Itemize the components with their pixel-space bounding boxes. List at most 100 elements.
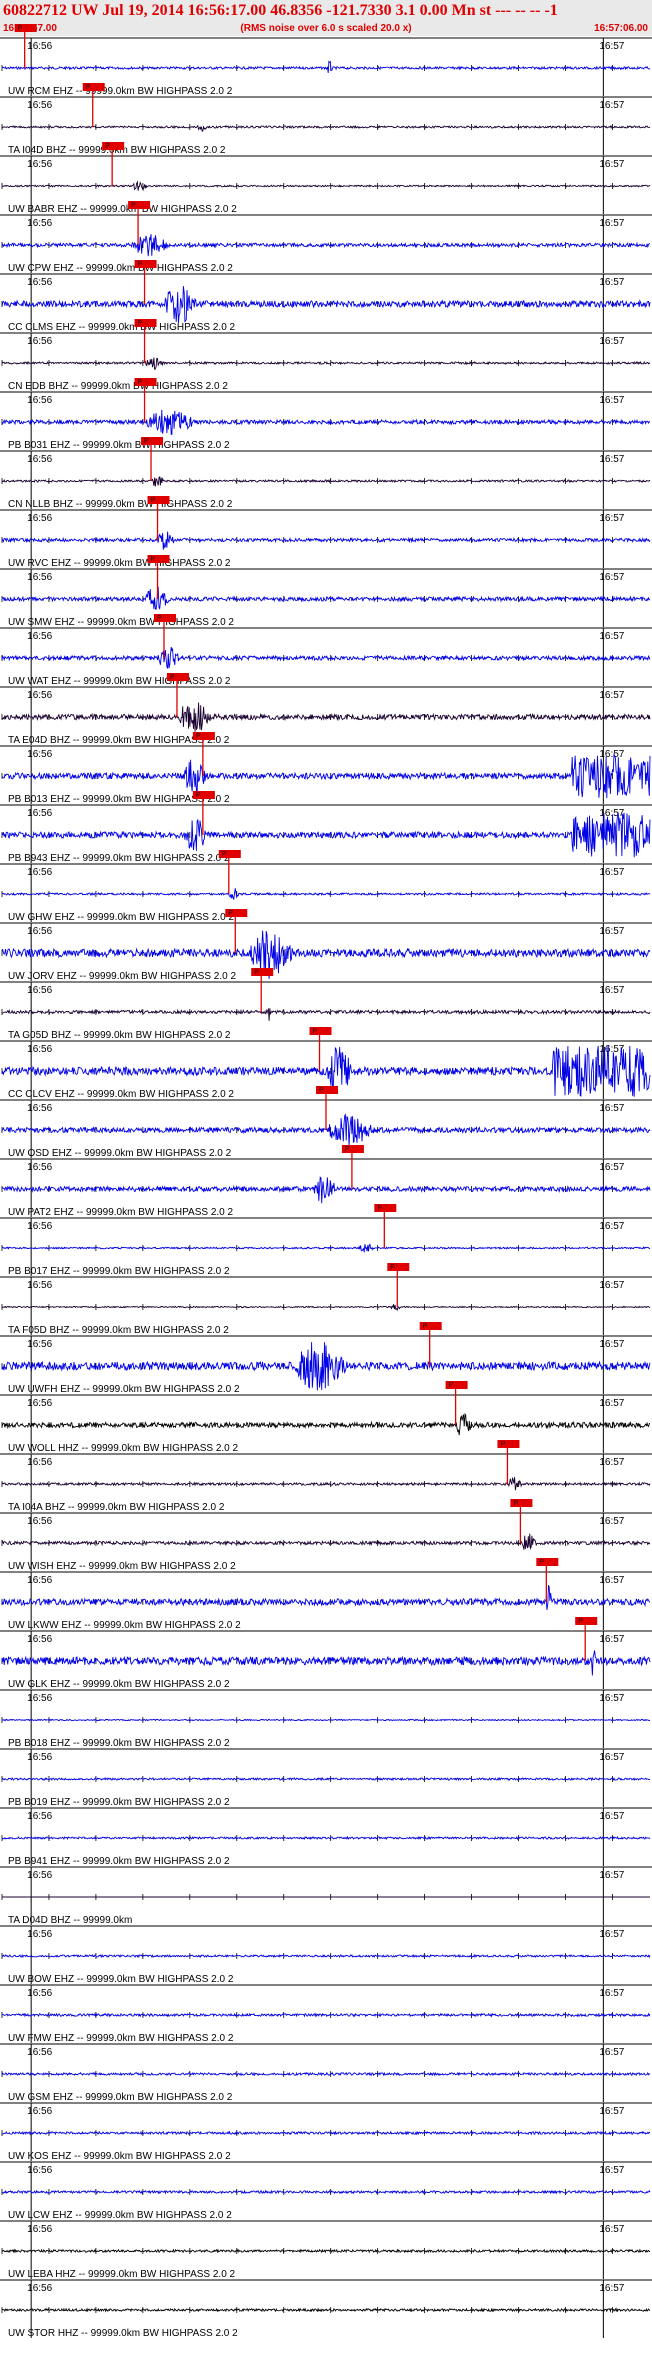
- minute-tick-label: 16:56: [27, 513, 52, 524]
- trace-label: UW STOR HHZ -- 99999.0km BW HIGHPASS 2.0…: [8, 2328, 238, 2339]
- minute-tick-label: 16:56: [27, 41, 52, 52]
- trace-label: CC CLMS EHZ -- 99999.0km BW HIGHPASS 2.0…: [8, 322, 236, 333]
- trace-label: PB B017 EHZ -- 99999.0km BW HIGHPASS 2.0…: [8, 1266, 230, 1277]
- minute-tick-label: 16:57: [599, 1752, 624, 1763]
- trace-panel: 16:56 16:57 UW GSM EHZ -- 99999.0km BW HIG…: [0, 2043, 652, 2103]
- trace-label: UW GSM EHZ -- 99999.0km BW HIGHPASS 2.0 …: [8, 2092, 233, 2103]
- minute-tick-label: 16:56: [27, 690, 52, 701]
- waveform: [1, 1176, 651, 1204]
- minute-tick-label: 16:56: [27, 159, 52, 170]
- waveform: [1, 531, 651, 550]
- trace-label: UW LEBA HHZ -- 99999.0km BW HIGHPASS 2.0…: [8, 2269, 236, 2280]
- minute-tick-label: 16:57: [599, 1575, 624, 1586]
- waveform: [1, 180, 651, 192]
- waveform: [1, 1835, 651, 1841]
- trace-label: UW FMW EHZ -- 99999.0km BW HIGHPASS 2.0 …: [8, 2033, 234, 2044]
- trace-label: UW RCM EHZ -- 99999.0km BW HIGHPASS 2.0 …: [8, 86, 233, 97]
- trace-label: TA G05D BHZ -- 99999.0km BW HIGHPASS 2.0…: [8, 1030, 231, 1041]
- trace-label: UW GHW EHZ -- 99999.0km BW HIGHPASS 2.0 …: [8, 912, 234, 923]
- trace-label: UW LCW EHZ -- 99999.0km BW HIGHPASS 2.0 …: [8, 2210, 232, 2221]
- waveform: [1, 409, 650, 435]
- trace-label: UW CPW EHZ -- 99999.0km BW HIGHPASS 2.0 …: [8, 263, 233, 274]
- trace-panel: 16:56 16:57 UW FMW EHZ -- 99999.0km BW HIG…: [0, 1984, 652, 2044]
- minute-tick-label: 16:57: [599, 454, 624, 465]
- pick-label: P: [170, 674, 175, 681]
- pick-label: P: [131, 202, 136, 209]
- trace-label: UW JORV EHZ -- 99999.0km BW HIGHPASS 2.0…: [8, 971, 236, 982]
- trace-label: UW BABR EHZ -- 99999.0km BW HIGHPASS 2.0…: [8, 204, 237, 215]
- trace-label: CN NLLB BHZ -- 99999.0km BW HIGHPASS 2.0…: [8, 499, 233, 510]
- pick-label: P: [151, 497, 156, 504]
- minute-tick-label: 16:57: [599, 159, 624, 170]
- minute-tick-label: 16:56: [27, 1634, 52, 1645]
- waveform: [1, 1477, 651, 1491]
- trace-label: TA D04D BHZ -- 99999.0km: [8, 1915, 132, 1926]
- pick-label: P: [196, 733, 201, 740]
- pick-label: P: [500, 1441, 505, 1448]
- trace-panel: 16:56 16:57 UW BOW EHZ -- 99999.0km BW HIG…: [0, 1925, 652, 1985]
- trace-label: CN EDB BHZ -- 99999.0km BW HIGHPASS 2.0 …: [8, 381, 228, 392]
- minute-tick-label: 16:56: [27, 1044, 52, 1055]
- trace-panel: 16:56 16:57 UW LEBA HHZ -- 99999.0km BW HI…: [0, 2220, 652, 2280]
- minute-tick-label: 16:56: [27, 395, 52, 406]
- minute-tick-label: 16:57: [599, 1457, 624, 1468]
- waveform: [1, 234, 651, 257]
- minute-tick-label: 16:56: [27, 1870, 52, 1881]
- waveform: [1, 1533, 651, 1551]
- pick-label: P: [157, 615, 162, 622]
- minute-tick-label: 16:57: [599, 2283, 624, 2294]
- trace-panels: 16:56 16:57 P UW RCM EHZ -- 99999.0km BW HI…: [0, 24, 652, 2339]
- minute-tick-label: 16:57: [599, 867, 624, 878]
- minute-tick-label: 16:57: [599, 100, 624, 111]
- seismogram-section: 60822712 UW Jul 19, 2014 16:56:17.00 46.…: [0, 0, 652, 2339]
- minute-tick-label: 16:56: [27, 1988, 52, 1999]
- trace-label: PB B018 EHZ -- 99999.0km BW HIGHPASS 2.0…: [8, 1738, 230, 1749]
- pick-label: P: [138, 379, 143, 386]
- end-time-label: 16:57:06.00: [594, 23, 648, 34]
- pick-label: P: [390, 1264, 395, 1271]
- pick-label: P: [138, 320, 143, 327]
- waveform: [1, 1650, 651, 1676]
- event-title: 60822712 UW Jul 19, 2014 16:56:17.00 46.…: [3, 2, 558, 19]
- minute-tick-label: 16:56: [27, 1280, 52, 1291]
- waveform: [1, 2071, 651, 2077]
- pick-label: P: [228, 910, 233, 917]
- minute-tick-label: 16:56: [27, 749, 52, 760]
- pick-label: P: [423, 1323, 428, 1330]
- trace-label: UW WAT EHZ -- 99999.0km BW HIGHPASS 2.0 …: [8, 676, 231, 687]
- noise-note: (RMS noise over 6.0 s scaled 20.0 x): [240, 23, 411, 34]
- waveform: [1, 1412, 651, 1436]
- minute-tick-label: 16:56: [27, 2165, 52, 2176]
- minute-tick-label: 16:56: [27, 1221, 52, 1232]
- minute-tick-label: 16:56: [27, 1162, 52, 1173]
- minute-tick-label: 16:56: [27, 1693, 52, 1704]
- minute-tick-label: 16:57: [599, 513, 624, 524]
- minute-tick-label: 16:57: [599, 1398, 624, 1409]
- waveform: [1, 586, 651, 611]
- trace-label: PB B941 EHZ -- 99999.0km BW HIGHPASS 2.0…: [8, 1856, 230, 1867]
- trace-label: PB B943 EHZ -- 99999.0km BW HIGHPASS 2.0…: [8, 853, 230, 864]
- minute-tick-label: 16:56: [27, 1811, 52, 1822]
- waveform: [1, 1304, 651, 1312]
- minute-tick-label: 16:57: [599, 985, 624, 996]
- trace-panel: 16:56 16:57 UW KOS EHZ -- 99999.0km BW HIG…: [0, 2102, 652, 2162]
- trace-label: PB B031 EHZ -- 99999.0km BW HIGHPASS 2.0…: [8, 440, 230, 451]
- minute-tick-label: 16:56: [27, 2283, 52, 2294]
- minute-tick-label: 16:57: [599, 336, 624, 347]
- waveform: [1, 2012, 651, 2018]
- minute-tick-label: 16:57: [599, 1811, 624, 1822]
- minute-tick-label: 16:56: [27, 218, 52, 229]
- trace-panel: 16:56 16:57 PB B019 EHZ -- 99999.0km BW HI…: [0, 1748, 652, 1808]
- minute-tick-label: 16:57: [599, 749, 624, 760]
- minute-tick-label: 16:56: [27, 277, 52, 288]
- waveform: [1, 286, 651, 324]
- minute-tick-label: 16:57: [599, 2106, 624, 2117]
- pick-label: P: [539, 1559, 544, 1566]
- trace-panel: 16:56 16:57 UW STOR HHZ -- 99999.0km BW HI…: [0, 2279, 652, 2339]
- minute-tick-label: 16:56: [27, 1575, 52, 1586]
- minute-tick-label: 16:56: [27, 454, 52, 465]
- minute-tick-label: 16:56: [27, 572, 52, 583]
- minute-tick-label: 16:56: [27, 808, 52, 819]
- trace-label: UW KOS EHZ -- 99999.0km BW HIGHPASS 2.0 …: [8, 2151, 231, 2162]
- pick-label: P: [578, 1618, 583, 1625]
